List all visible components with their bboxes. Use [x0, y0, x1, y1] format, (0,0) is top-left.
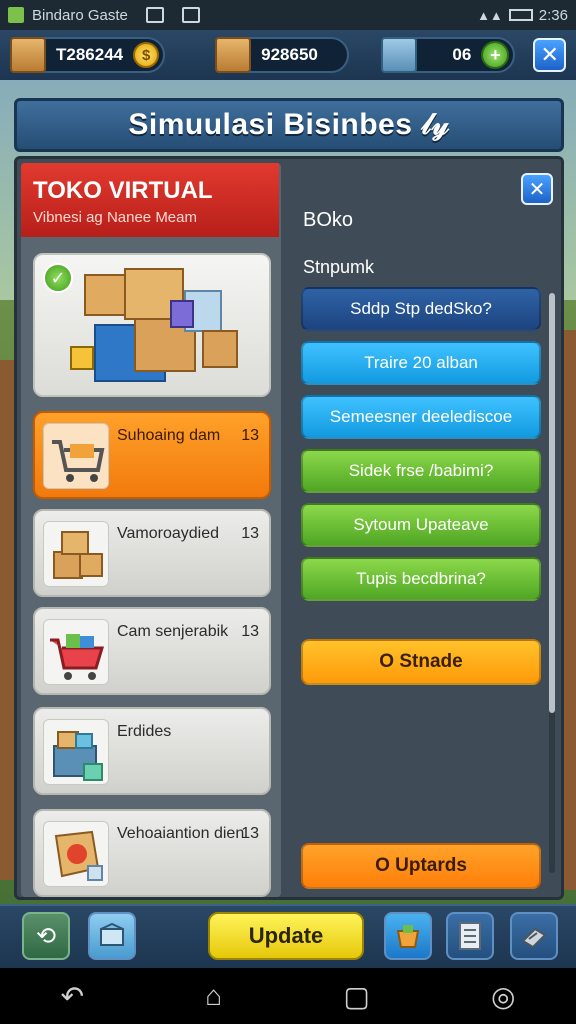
- status-time: 2:36: [538, 6, 568, 24]
- category-item[interactable]: Vehoaiantion dien 13: [33, 809, 271, 897]
- action-button[interactable]: Sddp Stp dedSko?: [301, 287, 541, 331]
- status-app-name: Bindaro Gaste: [32, 6, 128, 24]
- resource-crates: T286244 $: [10, 37, 166, 73]
- action-button[interactable]: Sytoum Upateave: [301, 503, 541, 547]
- boxes-icon: [43, 521, 109, 587]
- store-header: TOKO VIRTUAL Vibnesi ag Nanee Meam: [21, 163, 279, 237]
- action-button[interactable]: Tupis becdbrina?: [301, 557, 541, 601]
- notification-icon: [145, 7, 164, 23]
- action-button[interactable]: Traire 20 alban: [301, 341, 541, 385]
- store-title: TOKO VIRTUAL: [33, 177, 213, 204]
- scrollbar-thumb[interactable]: [549, 293, 555, 713]
- nav-home-icon[interactable]: ⌂: [205, 980, 222, 1012]
- system-nav-bar: ↶ ⌂ ▢ ◎: [0, 968, 576, 1024]
- category-label: Suhoaing dam: [117, 427, 221, 444]
- resource-stock: 928650: [215, 37, 350, 73]
- category-item[interactable]: Cam senjerabik 13: [33, 607, 271, 695]
- resource-bar: T286244 $ 928650 06 + ✕: [0, 30, 576, 80]
- signal-icon: ▲▲: [477, 7, 503, 23]
- upgrade-button[interactable]: O Uptards: [301, 843, 541, 889]
- action-button[interactable]: Semeesner deelediscoe: [301, 395, 541, 439]
- resource-inventory: 06 +: [381, 37, 516, 73]
- resource-crates-value: T286244: [56, 45, 124, 64]
- inventory-icon: [381, 37, 418, 73]
- nav-recents-icon[interactable]: ▢: [343, 980, 369, 1013]
- close-button[interactable]: ✕: [533, 38, 566, 72]
- category-label: Vehoaiantion dien: [117, 825, 245, 842]
- store-subtitle: Vibnesi ag Nanee Meam: [33, 209, 197, 226]
- hero-card[interactable]: ✓: [33, 253, 271, 397]
- boxes-illustration-icon: [70, 268, 238, 382]
- category-label: Cam senjerabik: [117, 623, 229, 640]
- category-item[interactable]: Erdides: [33, 707, 271, 795]
- back-icon[interactable]: ⟲: [22, 912, 70, 960]
- nav-back-icon[interactable]: ↶: [61, 980, 84, 1013]
- status-bar: Bindaro Gaste ▲▲ 2:36: [0, 0, 576, 30]
- basket-icon[interactable]: [384, 912, 432, 960]
- badge-box-icon: [43, 821, 109, 887]
- screenshot-icon: [181, 7, 200, 23]
- main-panel: TOKO VIRTUAL Vibnesi ag Nanee Meam ✓ Suh…: [14, 156, 564, 900]
- detail-subheading: Stnpumk: [303, 257, 375, 277]
- battery-icon: [508, 9, 533, 21]
- resource-inventory-value: 06: [452, 45, 472, 64]
- update-button[interactable]: Update: [208, 912, 364, 960]
- category-count: 13: [241, 427, 259, 444]
- settings-icon[interactable]: [510, 912, 558, 960]
- close-panel-button[interactable]: ✕: [521, 173, 553, 205]
- crate-icon: [10, 37, 46, 73]
- category-item[interactable]: Suhoaing dam 13: [33, 411, 271, 499]
- category-column: TOKO VIRTUAL Vibnesi ag Nanee Meam ✓ Suh…: [21, 163, 281, 897]
- primary-button[interactable]: O Stnade: [301, 639, 541, 685]
- category-label: Erdides: [117, 723, 172, 740]
- nav-assist-icon[interactable]: ◎: [491, 980, 515, 1013]
- resource-stock-value: 928650: [261, 45, 318, 64]
- coin-icon[interactable]: $: [133, 42, 160, 68]
- category-item[interactable]: Vamoroaydied 13: [33, 509, 271, 597]
- detail-heading: BOko: [303, 209, 354, 231]
- cart-goods-icon: [43, 619, 109, 685]
- crate-icon[interactable]: [88, 912, 136, 960]
- category-count: 13: [241, 525, 259, 542]
- add-resource-icon[interactable]: +: [481, 41, 510, 69]
- category-count: 13: [241, 825, 259, 842]
- page-title: Simuulasi Bisinbes 𝓁𝓎: [14, 98, 564, 152]
- category-label: Vamoroaydied: [117, 525, 219, 542]
- action-button[interactable]: Sidek frse /babimi?: [301, 449, 541, 493]
- crate-icon: [43, 719, 109, 785]
- bottom-toolbar: ⟲ Update: [0, 904, 576, 968]
- crate-icon: [215, 37, 252, 73]
- detail-column: ✕ BOko Stnpumk Sddp Stp dedSko? Traire 2…: [285, 163, 559, 897]
- list-icon[interactable]: [446, 912, 494, 960]
- scrollbar[interactable]: [549, 293, 555, 873]
- category-count: 13: [241, 623, 259, 640]
- app-icon: [8, 7, 24, 23]
- shopping-cart-icon: [43, 423, 109, 489]
